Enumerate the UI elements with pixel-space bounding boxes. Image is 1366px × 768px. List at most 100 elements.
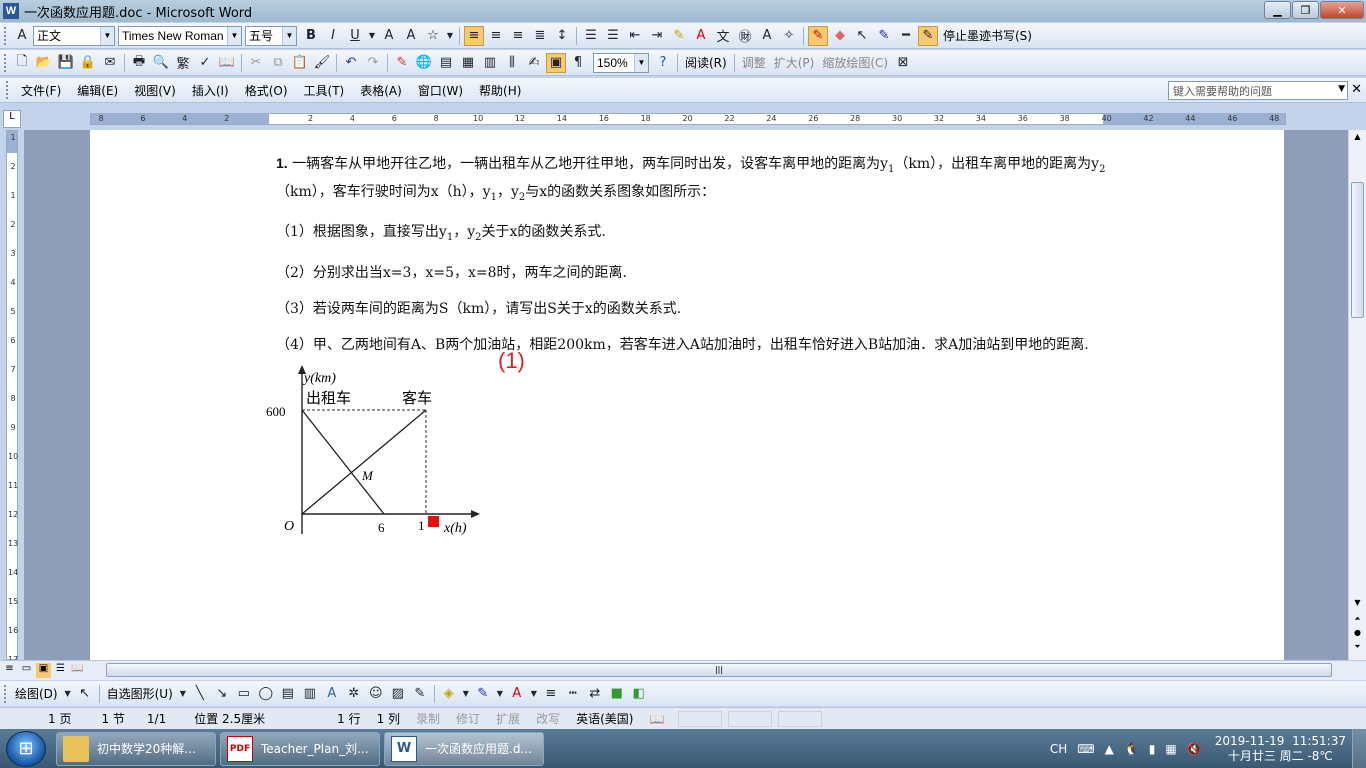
- normal-view-icon[interactable]: ≡: [2, 663, 17, 678]
- chevron-down-icon[interactable]: ▼: [495, 684, 505, 704]
- ime-indicator[interactable]: CH: [1050, 742, 1067, 756]
- align-right-icon[interactable]: ≡: [508, 26, 528, 46]
- menu-help[interactable]: 帮助(H): [471, 82, 529, 99]
- autoshapes-button[interactable]: 自选图形(U): [103, 685, 177, 702]
- menu-view[interactable]: 视图(V): [126, 82, 184, 99]
- menu-window[interactable]: 窗口(W): [410, 82, 471, 99]
- chevron-down-icon[interactable]: ▼: [367, 26, 377, 46]
- format-painter-icon[interactable]: 🖌: [312, 53, 332, 73]
- toolbar-grip[interactable]: [4, 26, 7, 45]
- status-extend[interactable]: 扩展: [488, 710, 528, 727]
- vertical-scrollbar[interactable]: ▲ ▼ ⏶ ● ⏷: [1348, 130, 1366, 660]
- web-view-icon[interactable]: ▭: [19, 663, 34, 678]
- help-search-input[interactable]: 键入需要帮助的问题 ▼: [1168, 81, 1348, 100]
- menu-file[interactable]: 文件(F): [13, 82, 69, 99]
- chevron-down-icon[interactable]: ▼: [227, 26, 241, 45]
- chevron-down-icon[interactable]: ▼: [461, 684, 471, 704]
- numbering-icon[interactable]: ☰: [581, 26, 601, 46]
- align-center-icon[interactable]: ≡: [486, 26, 506, 46]
- scroll-down-icon[interactable]: ▼: [1351, 598, 1364, 612]
- menu-grip[interactable]: [6, 81, 9, 99]
- volume-icon[interactable]: 🔇: [1187, 742, 1202, 756]
- zoom-combo[interactable]: 150% ▼: [593, 52, 649, 73]
- hyperlink-icon[interactable]: 🌐: [414, 53, 434, 73]
- chevron-down-icon[interactable]: ▼: [63, 684, 73, 704]
- line-spacing-icon[interactable]: ↕: [552, 26, 572, 46]
- line-color-icon[interactable]: ✎: [473, 684, 493, 704]
- char-border-icon[interactable]: A: [379, 26, 399, 46]
- vertical-textbox-icon[interactable]: ▥: [300, 684, 320, 704]
- menu-edit[interactable]: 编辑(E): [69, 82, 126, 99]
- tray-expand-icon[interactable]: ▲: [1105, 742, 1114, 756]
- menu-tools[interactable]: 工具(T): [296, 82, 353, 99]
- chevron-down-icon[interactable]: ▼: [1338, 84, 1345, 94]
- document-workspace[interactable]: 1. 一辆客车从甲地开往乙地，一辆出租车从乙地开往甲地，两车同时出发，设客车离甲…: [24, 130, 1348, 660]
- chevron-down-icon[interactable]: ▼: [529, 684, 539, 704]
- paste-icon[interactable]: 📋: [290, 53, 310, 73]
- document-page[interactable]: 1. 一辆客车从甲地开往乙地，一辆出租车从乙地开往甲地，两车同时出发，设客车离甲…: [90, 130, 1284, 660]
- status-language[interactable]: 英语(美国): [568, 710, 641, 727]
- enclose-char-icon[interactable]: ㊖: [735, 26, 755, 46]
- tables-borders-icon[interactable]: ▤: [436, 53, 456, 73]
- styles-icon[interactable]: A: [12, 26, 32, 46]
- outline-view-icon[interactable]: ☰: [53, 663, 68, 678]
- show-hide-icon[interactable]: ¶: [568, 53, 588, 73]
- trad-simp-icon[interactable]: 繁: [173, 53, 193, 73]
- undo-icon[interactable]: ↶: [341, 53, 361, 73]
- print-icon[interactable]: 🖶: [129, 53, 149, 73]
- network-icon[interactable]: ▦: [1165, 742, 1176, 756]
- email-icon[interactable]: ✉: [100, 53, 120, 73]
- chevron-down-icon[interactable]: ▼: [178, 684, 188, 704]
- toolbar-grip[interactable]: [4, 53, 7, 72]
- menu-format[interactable]: 格式(O): [237, 82, 296, 99]
- phonetic-icon[interactable]: 文: [713, 26, 733, 46]
- show-desktop-button[interactable]: [1352, 729, 1366, 768]
- picture-icon[interactable]: ▨: [388, 684, 408, 704]
- font-combo[interactable]: Times New Roman ▼: [118, 25, 242, 46]
- underline-icon[interactable]: U: [345, 26, 365, 46]
- start-button[interactable]: ⊞: [6, 730, 46, 767]
- status-track[interactable]: 修订: [448, 710, 488, 727]
- menu-insert[interactable]: 插入(I): [184, 82, 237, 99]
- ink-pen-icon[interactable]: ✎: [918, 25, 938, 46]
- decrease-indent-icon[interactable]: ⇤: [625, 26, 645, 46]
- reading-view-icon[interactable]: 📖: [70, 663, 85, 678]
- ink-icon[interactable]: ✎: [410, 684, 430, 704]
- tab-selector[interactable]: L: [3, 110, 21, 128]
- chevron-down-icon[interactable]: ▼: [282, 26, 296, 45]
- word-app-icon[interactable]: W: [3, 3, 19, 19]
- red-marker[interactable]: [428, 516, 439, 527]
- grow-font-icon[interactable]: A: [757, 26, 777, 46]
- increase-indent-icon[interactable]: ⇥: [647, 26, 667, 46]
- chevron-down-icon[interactable]: ▼: [634, 53, 648, 72]
- line-style-icon[interactable]: ━: [896, 26, 916, 46]
- distributed-icon[interactable]: ≣: [530, 26, 550, 46]
- permission-icon[interactable]: 🔒: [78, 53, 98, 73]
- taskbar-word-button[interactable]: W 一次函数应用题.d...: [384, 731, 544, 766]
- new-document-icon[interactable]: 🗋: [12, 53, 32, 73]
- bold-icon[interactable]: B: [301, 26, 321, 46]
- prev-page-icon[interactable]: ⏶: [1351, 614, 1364, 628]
- toolbar-grip[interactable]: [4, 684, 7, 703]
- select-objects-icon[interactable]: ↖: [852, 26, 872, 46]
- taskbar-pdf-button[interactable]: PDF Teacher_Plan_刘...: [220, 731, 380, 766]
- help-icon[interactable]: ?: [653, 53, 673, 73]
- highlight-icon[interactable]: ✎: [669, 26, 689, 46]
- rectangle-icon[interactable]: ▭: [234, 684, 254, 704]
- close-button[interactable]: ✕: [1320, 1, 1364, 19]
- read-button[interactable]: 阅读(R): [681, 54, 731, 71]
- line-style-icon[interactable]: ≡: [541, 684, 561, 704]
- insert-table-icon[interactable]: ▦: [458, 53, 478, 73]
- horizontal-scroll-track[interactable]: |||: [104, 663, 1336, 677]
- ink-comment-icon[interactable]: ✎: [392, 53, 412, 73]
- qq-icon[interactable]: 🐧: [1124, 742, 1139, 756]
- print-view-icon[interactable]: ▣: [36, 663, 51, 678]
- style-combo[interactable]: 正文 ▼: [33, 25, 115, 46]
- redo-icon[interactable]: ↷: [363, 53, 383, 73]
- diagram-icon[interactable]: ✲: [344, 684, 364, 704]
- keyboard-icon[interactable]: ⌨: [1077, 742, 1094, 756]
- print-preview-icon[interactable]: 🔍: [151, 53, 171, 73]
- line-icon[interactable]: ╲: [190, 684, 210, 704]
- horizontal-scrollbar[interactable]: ≡ ▭ ▣ ☰ 📖 |||: [0, 660, 1366, 680]
- stop-ink-button[interactable]: 停止墨迹书写(S): [939, 27, 1036, 44]
